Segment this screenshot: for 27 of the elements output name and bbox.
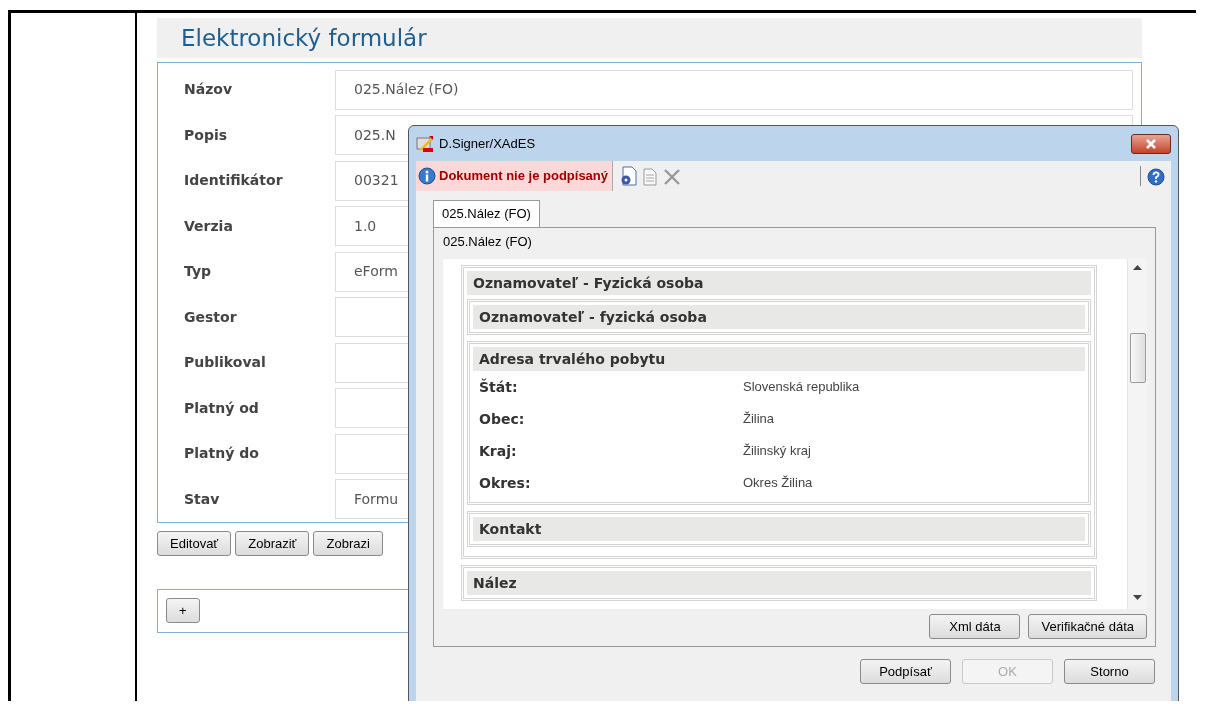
field-value: Žilinský kraj <box>743 442 811 461</box>
field-value: Slovenská republika <box>743 378 860 397</box>
status-message: Dokument nie je podpísaný <box>439 167 609 186</box>
section-heading: Adresa trvalého pobytu <box>473 347 1085 371</box>
field-label: Typ <box>184 262 213 282</box>
field-label: Gestor <box>184 307 238 327</box>
field-label: Štát: <box>479 377 519 397</box>
field-value: Žilina <box>743 410 775 429</box>
field-label: Verzia <box>184 216 234 236</box>
field-value: Okres Žilina <box>743 474 813 493</box>
field-label: Okres: <box>479 473 532 493</box>
section-heading: Nález <box>467 571 1091 595</box>
section-heading: Oznamovateľ - Fyzická osoba <box>467 271 1091 295</box>
field-label: Obec: <box>479 409 526 429</box>
field-label: Platný do <box>184 444 260 464</box>
field-label: Kraj: <box>479 441 518 461</box>
field-label: Stav <box>184 489 221 509</box>
document-title: 025.Nález (FO) <box>443 232 533 251</box>
page-title: Elektronický formulár <box>157 18 1142 58</box>
field-label: Popis <box>184 125 229 145</box>
dialog-title: D.Signer/XAdES <box>439 134 536 153</box>
section-heading: Kontakt <box>473 517 1085 541</box>
section-heading: Oznamovateľ - fyzická osoba <box>473 305 1085 329</box>
field-label: Publikoval <box>184 353 267 373</box>
field-label: Názov <box>184 80 234 100</box>
field-label: Identifikátor <box>184 171 284 191</box>
field-label: Platný od <box>184 398 260 418</box>
